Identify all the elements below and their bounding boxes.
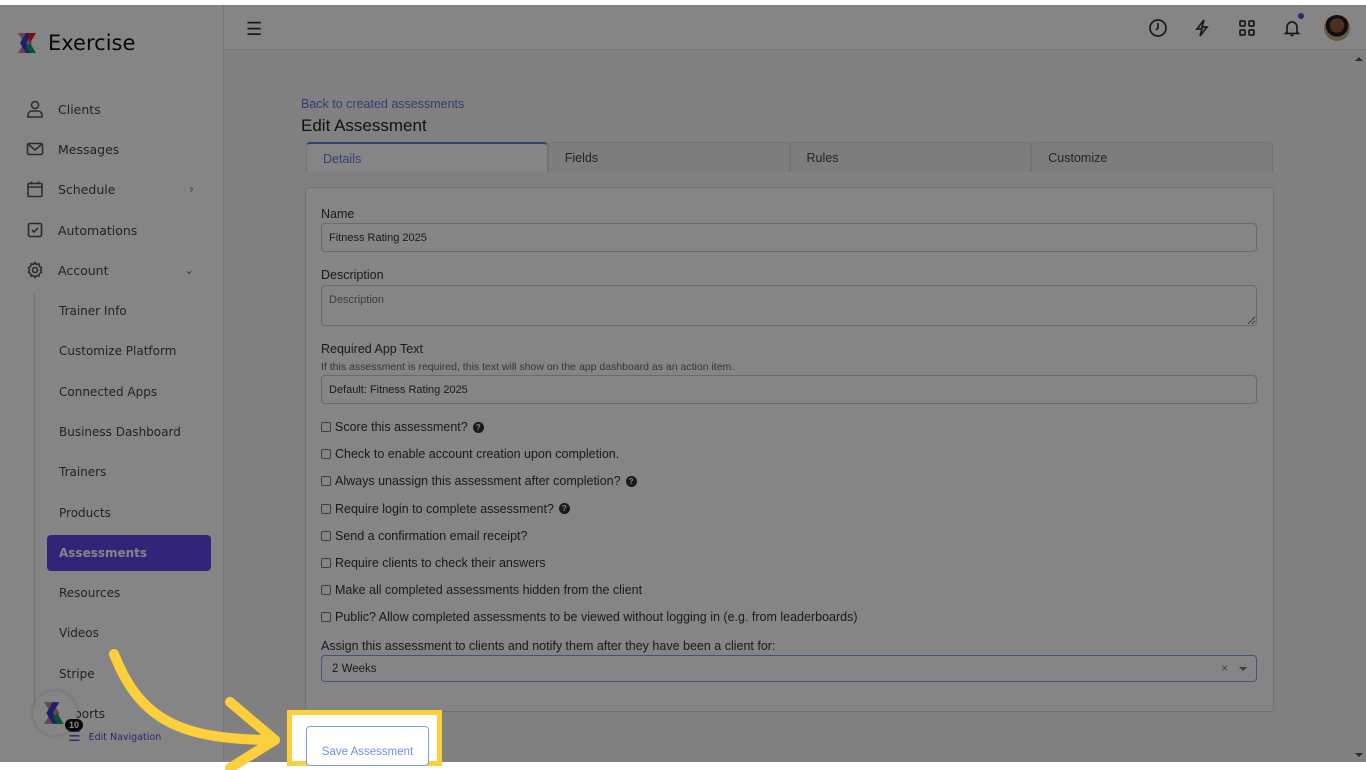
- arrow-pointer-icon: [109, 649, 280, 770]
- save-assessment-button[interactable]: Save Assessment: [306, 726, 429, 766]
